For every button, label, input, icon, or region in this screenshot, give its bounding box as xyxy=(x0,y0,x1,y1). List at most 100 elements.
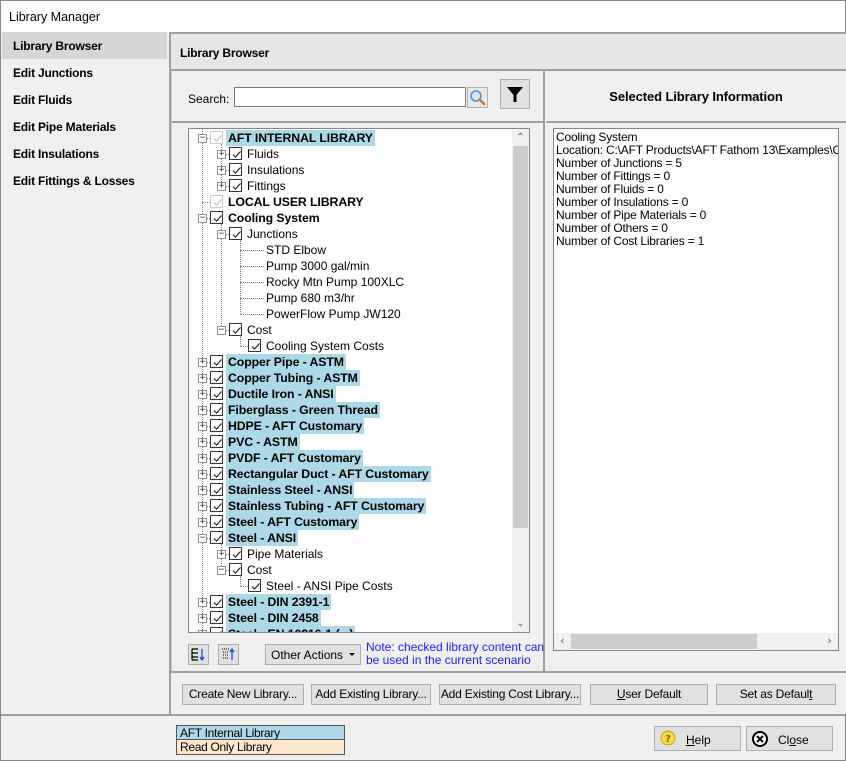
tree-node[interactable]: − Cost xyxy=(189,562,512,578)
tree-node[interactable]: + PVDF - AFT Customary xyxy=(189,450,512,466)
tree-node[interactable]: + Stainless Steel - ANSI xyxy=(189,482,512,498)
tree-node[interactable]: + Pipe Materials xyxy=(189,546,512,562)
checkbox[interactable] xyxy=(229,547,242,560)
checkbox[interactable] xyxy=(210,499,223,512)
expand-icon[interactable]: + xyxy=(198,518,207,527)
tree-node[interactable]: + Fiberglass - Green Thread xyxy=(189,402,512,418)
tree-node[interactable]: − Junctions xyxy=(189,226,512,242)
scroll-up-icon[interactable]: ⌃ xyxy=(512,129,529,146)
tree-node[interactable]: − Cooling System xyxy=(189,210,512,226)
scroll-right-icon[interactable]: › xyxy=(821,633,838,650)
sidebar-item-edit-fittings-losses[interactable]: Edit Fittings & Losses xyxy=(2,167,167,194)
set-as-default-button[interactable]: Set as Default xyxy=(716,684,836,705)
library-tree[interactable]: − AFT INTERNAL LIBRARY + Fluids + Insulations… xyxy=(188,128,530,633)
checkbox[interactable] xyxy=(210,211,223,224)
help-button[interactable]: ? Help xyxy=(654,726,741,751)
checkbox[interactable] xyxy=(210,627,223,632)
close-button[interactable]: Close xyxy=(746,726,833,751)
checkbox[interactable] xyxy=(210,515,223,528)
add-existing-library-button[interactable]: Add Existing Library... xyxy=(311,684,431,705)
search-button[interactable] xyxy=(467,87,488,108)
tree-scroll-thumb[interactable] xyxy=(513,146,528,528)
tree-node[interactable]: Rocky Mtn Pump 100XLC xyxy=(189,274,512,290)
expand-icon[interactable]: + xyxy=(217,182,226,191)
sidebar-item-edit-pipe-materials[interactable]: Edit Pipe Materials xyxy=(2,113,167,140)
tree-node[interactable]: − AFT INTERNAL LIBRARY xyxy=(189,130,512,146)
info-scroll-thumb[interactable] xyxy=(571,634,757,649)
checkbox[interactable] xyxy=(210,435,223,448)
expand-icon[interactable]: + xyxy=(198,422,207,431)
tree-node[interactable]: Pump 3000 gal/min xyxy=(189,258,512,274)
tree-node[interactable]: STD Elbow xyxy=(189,242,512,258)
info-text-box[interactable]: Cooling System Location: C:\AFT Products\… xyxy=(553,128,839,651)
checkbox[interactable] xyxy=(210,355,223,368)
scroll-down-icon[interactable]: ⌄ xyxy=(512,615,529,632)
checkbox[interactable] xyxy=(210,371,223,384)
expand-all-button[interactable] xyxy=(188,644,209,665)
expand-icon[interactable]: + xyxy=(198,438,207,447)
expand-icon[interactable]: + xyxy=(198,358,207,367)
sidebar-item-edit-fluids[interactable]: Edit Fluids xyxy=(2,86,167,113)
expand-icon[interactable]: + xyxy=(198,614,207,623)
tree-node[interactable]: + Steel - AFT Customary xyxy=(189,514,512,530)
checkbox[interactable] xyxy=(229,227,242,240)
tree-node[interactable]: − Steel - ANSI xyxy=(189,530,512,546)
expand-icon[interactable]: + xyxy=(198,486,207,495)
expand-icon[interactable]: + xyxy=(198,374,207,383)
tree-node[interactable]: PowerFlow Pump JW120 xyxy=(189,306,512,322)
tree-node[interactable]: + Fittings xyxy=(189,178,512,194)
tree-vertical-scrollbar[interactable]: ⌃ ⌄ xyxy=(512,129,529,632)
tree-node[interactable]: + Steel - DIN 2458 xyxy=(189,610,512,626)
collapse-icon[interactable]: − xyxy=(198,534,207,543)
other-actions-dropdown[interactable]: Other Actions xyxy=(265,644,361,665)
scroll-left-icon[interactable]: ‹ xyxy=(554,633,571,650)
checkbox[interactable] xyxy=(229,163,242,176)
tree-node[interactable]: − Cost xyxy=(189,322,512,338)
checkbox[interactable] xyxy=(210,531,223,544)
tree-node[interactable]: + Stainless Tubing - AFT Customary xyxy=(189,498,512,514)
expand-icon[interactable]: + xyxy=(217,550,226,559)
tree-node[interactable]: Steel - ANSI Pipe Costs xyxy=(189,578,512,594)
filter-button[interactable] xyxy=(500,79,530,109)
tree-node[interactable]: + PVC - ASTM xyxy=(189,434,512,450)
tree-node[interactable]: + Copper Tubing - ASTM xyxy=(189,370,512,386)
checkbox[interactable] xyxy=(210,403,223,416)
tree-node[interactable]: + Insulations xyxy=(189,162,512,178)
sidebar-item-edit-insulations[interactable]: Edit Insulations xyxy=(2,140,167,167)
info-horizontal-scrollbar[interactable]: ‹ › xyxy=(554,633,838,650)
sidebar-item-edit-junctions[interactable]: Edit Junctions xyxy=(2,59,167,86)
checkbox[interactable] xyxy=(248,339,261,352)
tree-node[interactable]: + HDPE - AFT Customary xyxy=(189,418,512,434)
search-input[interactable] xyxy=(234,87,466,107)
tree-node[interactable]: + Fluids xyxy=(189,146,512,162)
expand-icon[interactable]: + xyxy=(198,406,207,415)
checkbox[interactable] xyxy=(229,147,242,160)
expand-icon[interactable]: + xyxy=(217,166,226,175)
tree-node[interactable]: Cooling System Costs xyxy=(189,338,512,354)
collapse-icon[interactable]: − xyxy=(217,566,226,575)
tree-node[interactable]: + Ductile Iron - ANSI xyxy=(189,386,512,402)
collapse-icon[interactable]: − xyxy=(198,134,207,143)
checkbox[interactable] xyxy=(248,579,261,592)
checkbox[interactable] xyxy=(210,387,223,400)
expand-icon[interactable]: + xyxy=(198,598,207,607)
checkbox[interactable] xyxy=(229,179,242,192)
user-default-button[interactable]: User Default xyxy=(590,684,708,705)
checkbox[interactable] xyxy=(229,323,242,336)
checkbox[interactable] xyxy=(229,563,242,576)
checkbox[interactable] xyxy=(210,483,223,496)
tree-node[interactable]: + Rectangular Duct - AFT Customary xyxy=(189,466,512,482)
expand-icon[interactable]: + xyxy=(198,470,207,479)
tree-node[interactable]: LOCAL USER LIBRARY xyxy=(189,194,512,210)
checkbox[interactable] xyxy=(210,451,223,464)
collapse-icon[interactable]: − xyxy=(217,230,226,239)
checkbox[interactable] xyxy=(210,595,223,608)
add-existing-cost-library-button[interactable]: Add Existing Cost Library... xyxy=(439,684,581,705)
collapse-icon[interactable]: − xyxy=(198,214,207,223)
expand-icon[interactable]: + xyxy=(198,390,207,399)
expand-icon[interactable]: + xyxy=(198,502,207,511)
tree-node[interactable]: + Steel - EN 10216-1 (...) xyxy=(189,626,512,632)
sidebar-item-library-browser[interactable]: Library Browser xyxy=(2,32,167,59)
tree-node[interactable]: + Copper Pipe - ASTM xyxy=(189,354,512,370)
tree-node[interactable]: + Steel - DIN 2391-1 xyxy=(189,594,512,610)
